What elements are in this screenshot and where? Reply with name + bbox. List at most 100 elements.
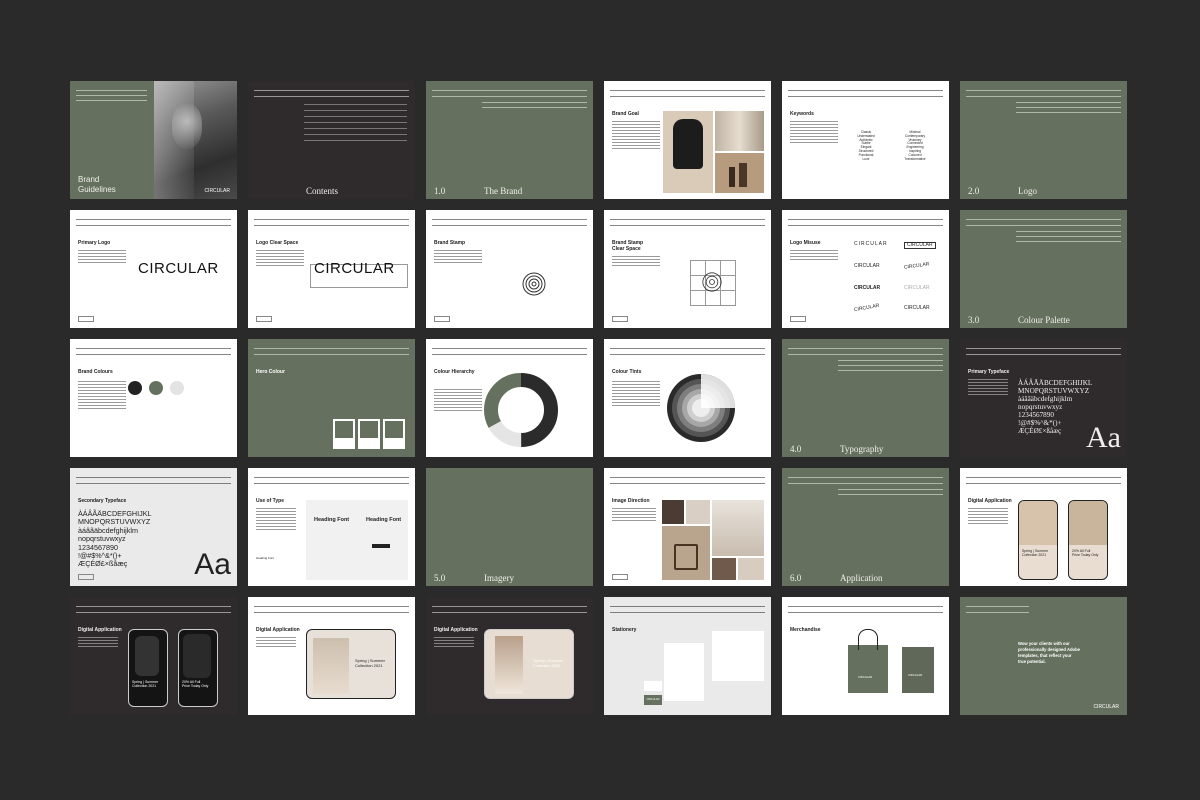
slide-header [76,345,231,359]
body-text [78,250,126,265]
hero-swatch-3 [383,419,405,449]
body-text [78,381,126,411]
slide-closing[interactable]: Wow your clients with our professionally… [960,597,1127,715]
slide-stationery[interactable]: Stationery CIRCULAR [604,597,771,715]
slide-use-of-type[interactable]: Use of Type Heading Font Heading Font He… [248,468,415,586]
closing-text: Wow your clients with our professionally… [1018,641,1080,664]
slide-primary-typeface[interactable]: Primary Typeface ÀÁÂÃÄBCDEFGHIJKL MNOPQR… [960,339,1127,457]
phone-promo-1: Spring | Summer Collection 2021 [1022,549,1049,557]
envelope [712,631,764,681]
slide-title: Digital Application [78,627,122,633]
products-photo [715,153,764,193]
slide-primary-logo[interactable]: Primary Logo CIRCULAR [70,210,237,328]
notebook: CIRCULAR [902,647,934,693]
slide-hero-colour[interactable]: Hero Colour [248,339,415,457]
slide-section-colour-palette[interactable]: 3.0 Colour Palette [960,210,1127,328]
slide-title: Primary Logo [78,240,111,246]
slide-header [76,87,147,101]
phone-mockup-1: Spring | Summer Collection 2021 [1018,500,1058,580]
phone-mockup-2: 20% All Full Price Today Only [178,629,218,707]
swatch-white-2 [212,381,226,395]
nav-button[interactable] [78,574,94,580]
clear-space-logo: CIRCULAR [314,260,395,277]
slide-cover[interactable]: Brand Guidelines CIRCULAR [70,81,237,199]
body-text [256,508,296,532]
slide-title: Merchandise [790,627,821,633]
slide-section-imagery[interactable]: 5.0 Imagery [426,468,593,586]
slide-section-typography[interactable]: 4.0 Typography [782,339,949,457]
slide-brand-stamp-clear-space[interactable]: Brand Stamp Clear Space [604,210,771,328]
slide-brand-goal[interactable]: Brand Goal [604,81,771,199]
slide-title: Colour Hierarchy [434,369,475,375]
slide-header [432,603,587,617]
slide-logo-misuse[interactable]: Logo Misuse CIRCULAR CIRCULAR CIRCULAR C… [782,210,949,328]
body-text [612,508,656,523]
tablet-mockup: Spring | Summer Collection 2021 [306,629,396,699]
colour-tints-wheel [667,374,735,442]
nav-button[interactable] [256,316,272,322]
tote-handle [858,629,878,650]
brand-stamp-icon [522,272,546,296]
slide-title: Brand Stamp Clear Space [612,240,644,252]
section-name: Colour Palette [1018,315,1070,325]
body-text [790,250,838,262]
slide-section-brand[interactable]: 1.0 The Brand [426,81,593,199]
slide-logo-clear-space[interactable]: Logo Clear Space CIRCULAR [248,210,415,328]
section-number: 2.0 [968,186,980,196]
nav-button[interactable] [78,316,94,322]
slide-contents[interactable]: Contents [248,81,415,199]
hero-swatch-2 [358,419,380,449]
image-dir-photo-3 [712,500,764,556]
nav-button[interactable] [612,316,628,322]
misuse-logo-3: CIRCULAR [854,263,880,269]
slide-digital-application-4[interactable]: Digital Application Spring | Summer Coll… [426,597,593,715]
cover-logo: CIRCULAR [204,188,230,194]
type-button[interactable] [372,544,390,548]
slide-header [76,474,231,488]
nav-button[interactable] [434,316,450,322]
slide-header [76,603,231,617]
nav-button[interactable] [790,316,806,322]
tablet-mockup: Spring | Summer Collection 2021 [484,629,574,699]
slide-merchandise[interactable]: Merchandise CIRCULAR CIRCULAR [782,597,949,715]
interior-photo [715,111,764,151]
swatch-black [128,381,142,395]
slide-section-logo[interactable]: 2.0 Logo [960,81,1127,199]
slide-digital-application-1[interactable]: Digital Application Spring | Summer Coll… [960,468,1127,586]
misuse-logo-2: CIRCULAR [904,242,936,249]
slide-header [610,474,765,488]
slide-digital-application-2[interactable]: Digital Application Spring | Summer Coll… [70,597,237,715]
secondary-aa-specimen: Aa [194,548,231,581]
slide-title: Digital Application [968,498,1012,504]
hero-swatch-1 [333,419,355,449]
slide-title: Digital Application [256,627,300,633]
slide-title: Secondary Typeface [78,498,127,504]
slide-header [788,474,943,495]
stationery-logo: CIRCULAR [646,698,660,701]
slide-header [788,345,943,371]
closing-logo: CIRCULAR [1093,704,1119,710]
body-text [256,250,304,268]
body-text [968,379,1008,397]
image-dir-photo-6 [738,558,764,580]
nav-button[interactable] [612,574,628,580]
slide-header [76,216,231,230]
slide-header [432,87,587,108]
slide-title: Keywords [790,111,814,117]
slide-colour-hierarchy[interactable]: Colour Hierarchy [426,339,593,457]
slide-title: Brand Stamp [434,240,466,246]
slide-colour-tints[interactable]: Colour Tints [604,339,771,457]
misuse-logo-8: CIRCULAR [904,305,930,311]
business-card-back [644,681,662,691]
section-name: The Brand [484,186,523,196]
slide-secondary-typeface[interactable]: Secondary Typeface ÀÁÂÃÄBCDEFGHIJKL MNOP… [70,468,237,586]
primary-glyph-set: ÀÁÂÃÄBCDEFGHIJKL MNOPQRSTUVWXYZ àáâãäbcd… [1018,379,1093,435]
slide-brand-stamp[interactable]: Brand Stamp [426,210,593,328]
slide-keywords[interactable]: Keywords Classic Understated Authentic S… [782,81,949,199]
slide-image-direction[interactable]: Image Direction [604,468,771,586]
contents-title: Contents [306,186,339,196]
misuse-logo-6: CIRCULAR [904,285,930,291]
slide-digital-application-3[interactable]: Digital Application Spring | Summer Coll… [248,597,415,715]
slide-section-application[interactable]: 6.0 Application [782,468,949,586]
slide-brand-colours[interactable]: Brand Colours [70,339,237,457]
